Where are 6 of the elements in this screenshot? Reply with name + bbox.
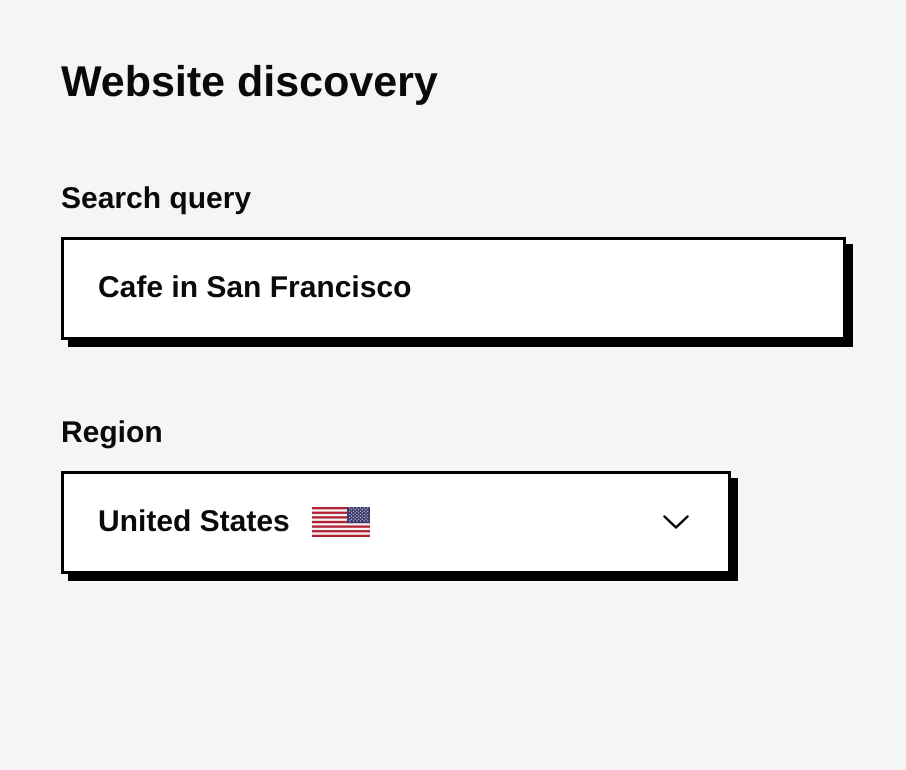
page-title: Website discovery bbox=[61, 57, 438, 108]
chevron-down-icon bbox=[663, 515, 689, 530]
search-query-field[interactable]: Cafe in San Francisco bbox=[61, 236, 846, 340]
field-label: Region bbox=[61, 414, 163, 451]
flag-icon bbox=[312, 507, 370, 538]
field-label: Search query bbox=[61, 180, 252, 217]
